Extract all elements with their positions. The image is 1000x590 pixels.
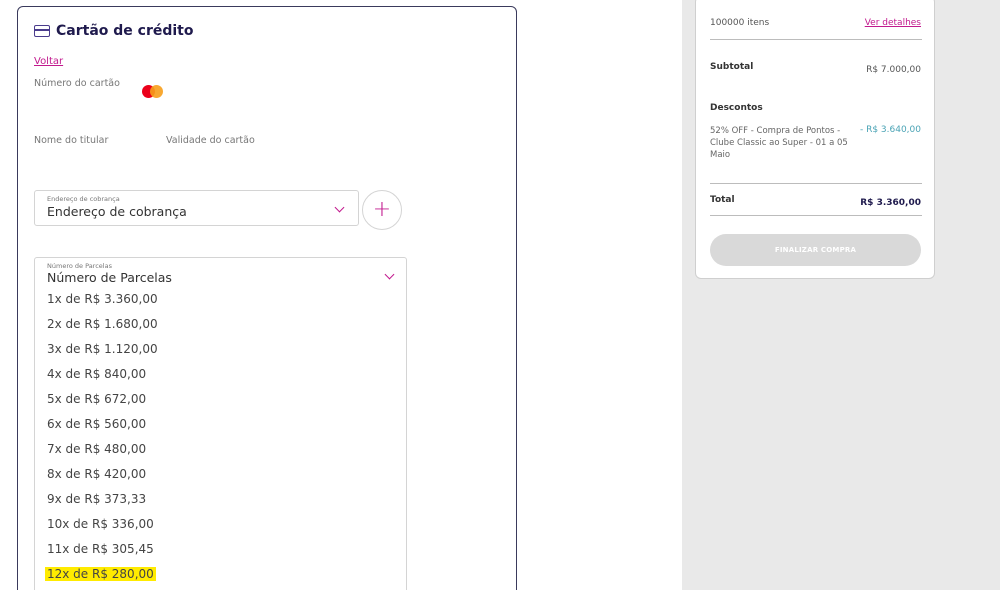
- installment-option[interactable]: 3x de R$ 1.120,00: [45, 342, 160, 356]
- discount-description: 52% OFF - Compra de Pontos - Clube Class…: [710, 126, 848, 160]
- installment-option[interactable]: 1x de R$ 3.360,00: [45, 292, 160, 306]
- divider: [710, 215, 922, 216]
- total-label: Total: [710, 195, 735, 205]
- installment-option[interactable]: 5x de R$ 672,00: [45, 392, 148, 406]
- finalize-purchase-button[interactable]: FINALIZAR COMPRA: [710, 234, 921, 266]
- divider: [710, 183, 922, 184]
- chevron-down-icon: [334, 202, 345, 213]
- billing-address-select[interactable]: Endereço de cobrança Endereço de cobranç…: [34, 190, 359, 226]
- installment-option[interactable]: 4x de R$ 840,00: [45, 367, 148, 381]
- chevron-down-icon: [384, 269, 395, 280]
- add-address-button[interactable]: +: [362, 190, 402, 230]
- card-number-label: Número do cartão: [34, 78, 120, 89]
- plus-icon: +: [372, 197, 392, 222]
- view-details-link[interactable]: Ver detalhes: [865, 18, 921, 28]
- expiry-label: Validade do cartão: [166, 135, 255, 146]
- installment-option[interactable]: 8x de R$ 420,00: [45, 467, 148, 481]
- installment-option[interactable]: 9x de R$ 373,33: [45, 492, 148, 506]
- credit-card-icon: [34, 25, 50, 37]
- installments-value: Número de Parcelas: [47, 270, 172, 285]
- payment-title: Cartão de crédito: [34, 23, 193, 39]
- divider: [710, 39, 922, 40]
- installment-option[interactable]: 10x de R$ 336,00: [45, 517, 156, 531]
- subtotal-label: Subtotal: [710, 62, 754, 72]
- payment-card: Cartão de crédito Voltar Número do cartã…: [17, 6, 517, 590]
- order-summary: 100000 itens Ver detalhes Subtotal R$ 7.…: [695, 0, 935, 279]
- billing-address-mini-label: Endereço de cobrança: [47, 195, 120, 203]
- installments-mini-label: Número de Parcelas: [47, 262, 112, 270]
- subtotal-value: R$ 7.000,00: [866, 65, 921, 75]
- installment-option[interactable]: 6x de R$ 560,00: [45, 417, 148, 431]
- installment-option[interactable]: 12x de R$ 280,00: [45, 567, 156, 581]
- billing-address-value: Endereço de cobrança: [47, 204, 187, 219]
- installment-option[interactable]: 7x de R$ 480,00: [45, 442, 148, 456]
- total-value: R$ 3.360,00: [860, 198, 921, 208]
- payment-title-text: Cartão de crédito: [56, 23, 194, 39]
- installment-option[interactable]: 2x de R$ 1.680,00: [45, 317, 160, 331]
- discounts-label: Descontos: [710, 103, 763, 113]
- back-link[interactable]: Voltar: [34, 56, 63, 67]
- discount-value: - R$ 3.640,00: [859, 125, 921, 135]
- holder-name-label: Nome do titular: [34, 135, 109, 146]
- installment-option[interactable]: 11x de R$ 305,45: [45, 542, 156, 556]
- items-count: 100000 itens: [710, 18, 770, 28]
- mastercard-icon: [142, 85, 164, 99]
